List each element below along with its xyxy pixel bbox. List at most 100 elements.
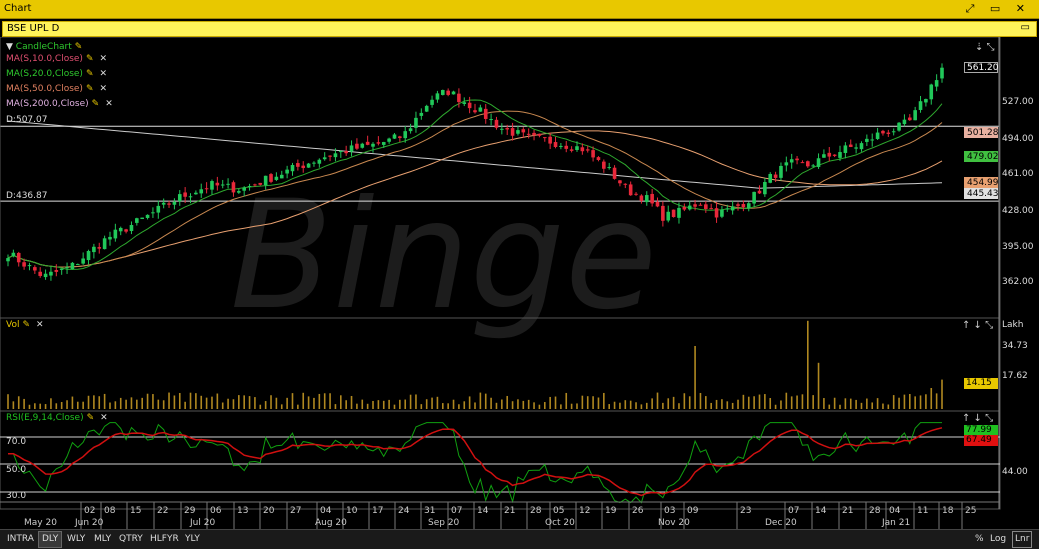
volume-bar bbox=[662, 402, 664, 409]
volume-bar bbox=[307, 396, 310, 409]
month-label: Aug 20 bbox=[315, 518, 347, 528]
period-mly-button[interactable]: MLY bbox=[91, 532, 114, 547]
edit-pencil-icon[interactable]: ✎ bbox=[22, 320, 30, 330]
period-intra-button[interactable]: INTRA bbox=[4, 532, 37, 547]
candle-body bbox=[43, 273, 48, 278]
candle-body bbox=[666, 211, 671, 221]
legend-ma50[interactable]: MA(S,50.0,Close) ✎ ✕ bbox=[6, 84, 107, 94]
candle-body bbox=[644, 195, 649, 203]
volume-bar bbox=[66, 400, 68, 409]
volume-bar bbox=[586, 396, 589, 409]
candle-body bbox=[902, 119, 907, 125]
restore-icon[interactable]: ▭ bbox=[1021, 22, 1030, 33]
volume-panel-controls[interactable]: ↑ ↓ ⤡ bbox=[962, 320, 993, 331]
candle-body bbox=[827, 152, 832, 157]
price-badge-ma200: 445.43 bbox=[964, 188, 999, 199]
day-label: 07 bbox=[788, 506, 799, 516]
volume-bar bbox=[742, 394, 745, 409]
legend-ma10[interactable]: MA(S,10.0,Close) ✎ ✕ bbox=[6, 54, 107, 64]
month-label: Dec 20 bbox=[765, 518, 797, 528]
edit-pencil-icon[interactable]: ✎ bbox=[87, 413, 95, 423]
rsi-panel-controls[interactable]: ↑ ↓ ⤡ bbox=[962, 413, 993, 424]
volume-bar bbox=[82, 401, 84, 409]
remove-icon[interactable]: ✕ bbox=[99, 69, 107, 79]
volume-bar bbox=[726, 401, 729, 409]
volume-bar bbox=[114, 401, 117, 409]
bottom-toolbar: INTRA DLY WLY MLY QTRY HLFYR YLY % Log L… bbox=[0, 529, 1039, 549]
day-label: 27 bbox=[290, 506, 301, 516]
volume-bar bbox=[71, 396, 74, 409]
edit-pencil-icon[interactable]: ✎ bbox=[86, 69, 94, 79]
volume-bar bbox=[404, 399, 407, 409]
volume-bar bbox=[431, 397, 433, 409]
volume-bar bbox=[747, 396, 750, 409]
period-hlfyr-button[interactable]: HLFYR bbox=[147, 532, 182, 547]
candle-body bbox=[328, 155, 332, 157]
volume-bar bbox=[377, 400, 380, 409]
volume-bar bbox=[458, 404, 460, 409]
day-label: 10 bbox=[346, 506, 358, 516]
edit-pencil-icon[interactable]: ✎ bbox=[75, 42, 83, 52]
candle-body bbox=[263, 175, 268, 186]
remove-icon[interactable]: ✕ bbox=[100, 413, 108, 423]
candle-body bbox=[537, 133, 542, 136]
candle-body bbox=[655, 201, 660, 207]
candle-body bbox=[891, 131, 896, 133]
volume-bar bbox=[828, 404, 831, 409]
symbol-bar: BSE UPL D ▭ bbox=[2, 21, 1037, 37]
candle-body bbox=[419, 112, 424, 116]
legend-ma200[interactable]: MA(S,200.0,Close) ✎ ✕ bbox=[6, 99, 113, 109]
collapse-icon[interactable]: ▼ bbox=[6, 42, 13, 52]
day-label: 11 bbox=[917, 506, 928, 516]
candle-body bbox=[306, 163, 311, 168]
legend-volume[interactable]: Vol ✎ ✕ bbox=[6, 320, 44, 330]
volume-bar bbox=[152, 394, 154, 409]
candle-body bbox=[371, 143, 375, 147]
volume-bar bbox=[774, 404, 777, 409]
period-yly-button[interactable]: YLY bbox=[182, 532, 203, 547]
price-tick: 494.00 bbox=[1002, 134, 1034, 144]
volume-bar bbox=[538, 404, 541, 409]
rsi-label: RSI(E,9,14,Close) bbox=[6, 413, 84, 423]
price-badge-ma50: 454.99 bbox=[964, 177, 999, 188]
candle-body bbox=[365, 141, 370, 145]
candle-body bbox=[376, 142, 381, 144]
volume-bar bbox=[758, 394, 761, 409]
candle-body bbox=[188, 196, 193, 198]
edit-pencil-icon[interactable]: ✎ bbox=[92, 99, 100, 109]
day-label: 28 bbox=[869, 506, 881, 516]
remove-icon[interactable]: ✕ bbox=[99, 54, 107, 64]
candle-body bbox=[553, 142, 558, 147]
candle-body bbox=[204, 188, 209, 190]
window-title-bar[interactable]: Chart ⤢ ▭ ✕ bbox=[0, 0, 1039, 19]
remove-icon[interactable]: ✕ bbox=[99, 84, 107, 94]
legend-candlechart[interactable]: ▼ CandleChart ✎ bbox=[6, 42, 82, 52]
candle-body bbox=[403, 131, 408, 139]
scale-log-button[interactable]: Log bbox=[990, 532, 1006, 547]
volume-bar bbox=[168, 392, 170, 409]
volume-bar bbox=[914, 396, 916, 409]
candle-body bbox=[177, 194, 182, 202]
scale-lnr-button[interactable]: Lnr bbox=[1012, 531, 1033, 548]
period-dly-button[interactable]: DLY bbox=[38, 531, 63, 548]
legend-ma20[interactable]: MA(S,20.0,Close) ✎ ✕ bbox=[6, 69, 107, 79]
symbol-label: BSE UPL D bbox=[7, 23, 60, 34]
volume-bar bbox=[554, 396, 557, 409]
volume-bar bbox=[441, 403, 444, 409]
volume-bar bbox=[506, 395, 509, 409]
edit-pencil-icon[interactable]: ✎ bbox=[86, 54, 94, 64]
day-label: 24 bbox=[398, 506, 410, 516]
volume-bar bbox=[259, 404, 262, 409]
scale-percent-button[interactable]: % bbox=[975, 532, 984, 547]
edit-pencil-icon[interactable]: ✎ bbox=[86, 84, 94, 94]
candle-body bbox=[832, 154, 837, 156]
chart-canvas[interactable]: Binge 02 08 15 22 29 06 13 20 27 04 10 17 24 31 07 14 21… bbox=[0, 37, 1039, 529]
legend-rsi[interactable]: RSI(E,9,14,Close) ✎ ✕ bbox=[6, 413, 108, 423]
remove-icon[interactable]: ✕ bbox=[105, 99, 113, 109]
period-wly-button[interactable]: WLY bbox=[64, 532, 88, 547]
period-qtry-button[interactable]: QTRY bbox=[116, 532, 146, 547]
price-panel-controls[interactable]: ⇣ ⤡ bbox=[975, 42, 995, 53]
remove-icon[interactable]: ✕ bbox=[36, 320, 44, 330]
volume-bar bbox=[409, 394, 412, 409]
window-controls[interactable]: ⤢ ▭ ✕ bbox=[966, 2, 1031, 16]
